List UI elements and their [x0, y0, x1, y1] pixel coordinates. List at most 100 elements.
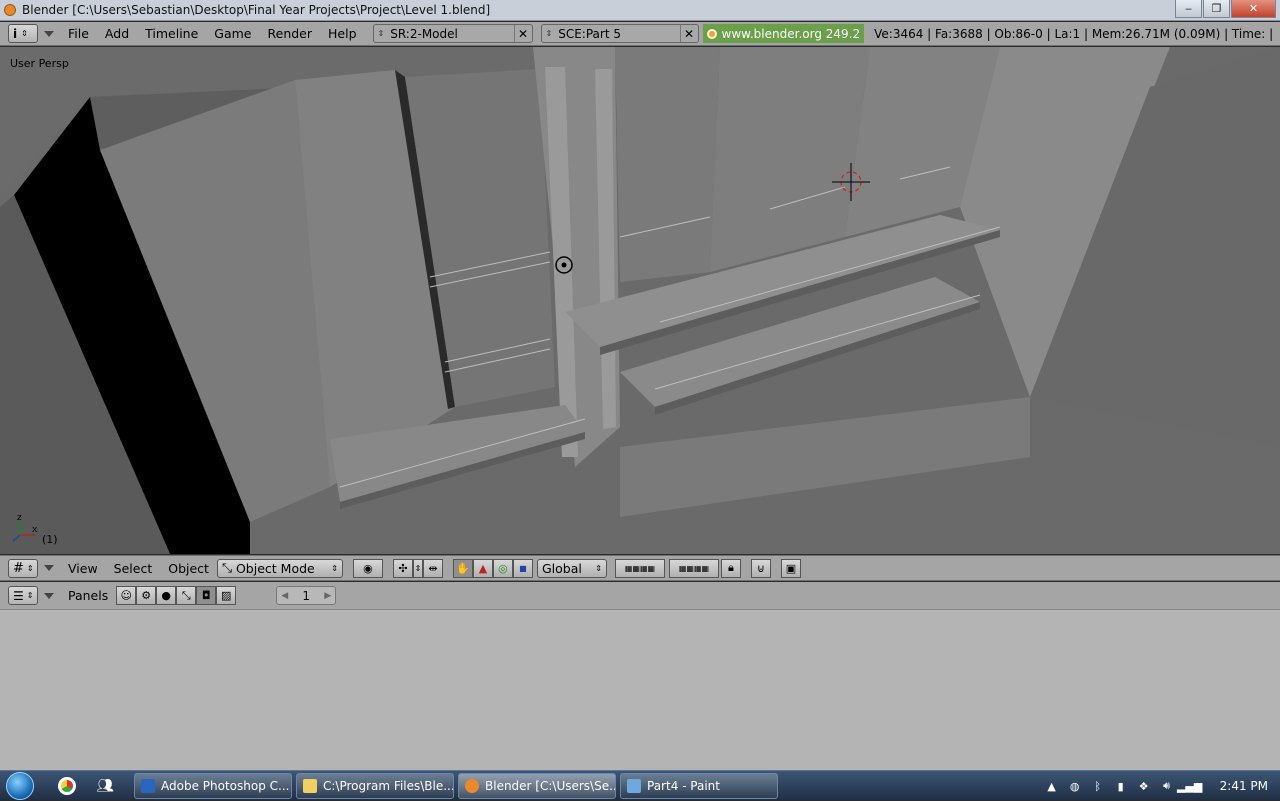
render-preview-button[interactable]: ▣ — [780, 558, 801, 578]
layers-group-2[interactable]: ▦▦▦▦ — [668, 558, 719, 578]
updown-arrows-icon: ⇕ — [26, 591, 34, 600]
menu-select[interactable]: Select — [106, 561, 161, 576]
object-context-button[interactable]: ⤡ — [176, 586, 197, 605]
taskbar: 👥︎ Adobe Photoshop C... C:\Program Files… — [0, 770, 1280, 800]
collapse-menu-icon[interactable] — [44, 592, 54, 599]
script-context-button[interactable]: ⚙ — [136, 586, 157, 605]
script-icon: ⚙ — [141, 589, 152, 602]
buttons-header: ☰ ⇕ Panels ☺ ⚙ ● ⤡ ◘ ▨ ◀ 1 ▶ — [0, 582, 1280, 610]
folder-icon — [303, 778, 317, 793]
view-label: User Persp — [10, 57, 69, 70]
shading-context-button[interactable]: ● — [156, 586, 177, 605]
screen-selector[interactable]: ⇕ SR:2-Model ✕ — [372, 24, 533, 43]
3d-viewport[interactable]: User Persp (1) z x — [0, 47, 1280, 554]
menu-file[interactable]: File — [60, 26, 97, 41]
sphere-icon: ● — [161, 589, 172, 602]
frame-number: (1) — [42, 533, 58, 546]
render-icon: ▣ — [785, 561, 797, 575]
page-number: 1 — [302, 588, 311, 603]
scene-selector[interactable]: ⇕ SCE:Part 5 ✕ — [540, 24, 699, 43]
task-blender[interactable]: Blender [C:\Users\Se... — [458, 772, 616, 799]
updown-arrows-icon: ⇕ — [414, 563, 422, 573]
collapse-menu-icon[interactable] — [44, 565, 54, 571]
pivot-icon: ✣ — [398, 561, 408, 575]
scene-render — [0, 47, 1280, 554]
logic-context-button[interactable]: ☺ — [116, 586, 137, 605]
task-label: Adobe Photoshop C... — [161, 778, 290, 793]
volume-icon[interactable]: 🔊︎ — [1160, 779, 1174, 793]
ring-icon: ◎ — [498, 561, 508, 575]
menu-add[interactable]: Add — [97, 26, 137, 41]
scale-manipulator-button[interactable]: ■ — [512, 558, 533, 578]
orientation-selector[interactable]: Global ⇕ — [536, 558, 607, 578]
updown-arrows-icon: ⇕ — [331, 563, 338, 573]
task-paint[interactable]: Part4 - Paint — [620, 772, 778, 799]
lock-layers-button[interactable]: 🔒︎ — [720, 558, 741, 578]
close-button[interactable]: ✕ — [1231, 0, 1276, 18]
grid-icon: # — [13, 560, 24, 576]
menu-view[interactable]: View — [60, 561, 106, 576]
editor-type-button[interactable]: # ⇕ — [8, 558, 38, 578]
draw-type-button[interactable]: ◉ — [352, 558, 383, 578]
menu-object[interactable]: Object — [160, 561, 217, 576]
decrement-arrow-icon[interactable]: ◀ — [281, 591, 288, 601]
axis-z-label: z — [17, 513, 22, 523]
editor-type-button[interactable]: ☰ ⇕ — [8, 586, 38, 605]
minimize-button[interactable]: ‒ — [1175, 0, 1202, 18]
chrome-quicklaunch[interactable] — [54, 773, 80, 799]
menu-help[interactable]: Help — [320, 26, 365, 41]
blender-icon — [465, 778, 479, 793]
orientation-label: Global — [541, 560, 582, 576]
start-button[interactable] — [0, 771, 40, 801]
increment-arrow-icon[interactable]: ▶ — [324, 591, 331, 601]
maximize-button[interactable]: ❐ — [1203, 0, 1230, 18]
axis-x-label: x — [32, 525, 38, 535]
menu-render[interactable]: Render — [260, 26, 321, 41]
editing-context-button[interactable]: ◘ — [196, 586, 217, 605]
network-quicklaunch[interactable]: 👥︎ — [92, 773, 118, 799]
lock-icon: 🔒︎ — [728, 561, 734, 574]
photoshop-icon — [141, 778, 155, 793]
signal-icon[interactable]: ▂▄▆ — [1177, 779, 1202, 793]
layers-group-1[interactable]: ▦▦▦▦ — [614, 558, 665, 578]
window-controls: ‒ ❐ ✕ — [1175, 0, 1276, 18]
translate-manipulator-button[interactable]: ▲ — [472, 558, 493, 578]
pivot-menu-button[interactable]: ⇕ — [412, 558, 423, 578]
menu-game[interactable]: Game — [206, 26, 259, 41]
info-icon: i — [13, 26, 18, 41]
snap-button[interactable]: ⊍ — [750, 558, 771, 578]
windows-orb-icon — [6, 771, 34, 800]
window-title: Blender [C:\Users\Sebastian\Desktop\Fina… — [22, 3, 491, 17]
align-button[interactable]: ⇹ — [422, 558, 443, 578]
scene-context-button[interactable]: ▨ — [216, 586, 237, 605]
panels-menu[interactable]: Panels — [60, 588, 116, 603]
menu-timeline[interactable]: Timeline — [137, 26, 206, 41]
chrome-icon — [58, 776, 76, 795]
system-tray: ▲ ◍ ᛒ ▮ ❖ 🔊︎ ▂▄▆ 2:41 PM — [1045, 771, 1280, 801]
mode-selector[interactable]: ⤡ Object Mode ⇕ — [216, 558, 343, 578]
manipulator-toggle-button[interactable]: ✋ — [452, 558, 473, 578]
task-label: C:\Program Files\Ble... — [323, 778, 454, 793]
task-photoshop[interactable]: Adobe Photoshop C... — [134, 772, 292, 799]
delete-scene-button[interactable]: ✕ — [679, 25, 698, 42]
page-number-field[interactable]: ◀ 1 ▶ — [276, 586, 337, 605]
network-globe-icon[interactable]: ◍ — [1068, 779, 1082, 793]
task-label: Part4 - Paint — [647, 778, 720, 793]
show-hidden-icons-icon[interactable]: ▲ — [1045, 779, 1059, 793]
collapse-menu-icon[interactable] — [44, 30, 54, 37]
magnet-icon: ⊍ — [756, 561, 765, 575]
rotate-manipulator-button[interactable]: ◎ — [492, 558, 513, 578]
clock[interactable]: 2:41 PM — [1220, 779, 1268, 793]
pivot-button[interactable]: ✣ — [392, 558, 413, 578]
delete-screen-button[interactable]: ✕ — [513, 25, 532, 42]
editing-icon: ◘ — [201, 589, 211, 602]
task-explorer[interactable]: C:\Program Files\Ble... — [296, 772, 454, 799]
bluetooth-icon[interactable]: ᛒ — [1091, 779, 1105, 793]
updown-arrows-icon: ⇕ — [377, 29, 385, 38]
scene-icon: ▨ — [221, 589, 232, 602]
editor-type-button[interactable]: i ⇕ — [8, 24, 38, 43]
dropbox-icon[interactable]: ❖ — [1137, 779, 1151, 793]
usb-device-icon[interactable]: ▮ — [1114, 779, 1128, 793]
view3d-header: # ⇕ View Select Object ⤡ Object Mode ⇕ ◉… — [0, 555, 1280, 581]
blender-website-link[interactable]: www.blender.org 249.2 — [702, 24, 865, 43]
